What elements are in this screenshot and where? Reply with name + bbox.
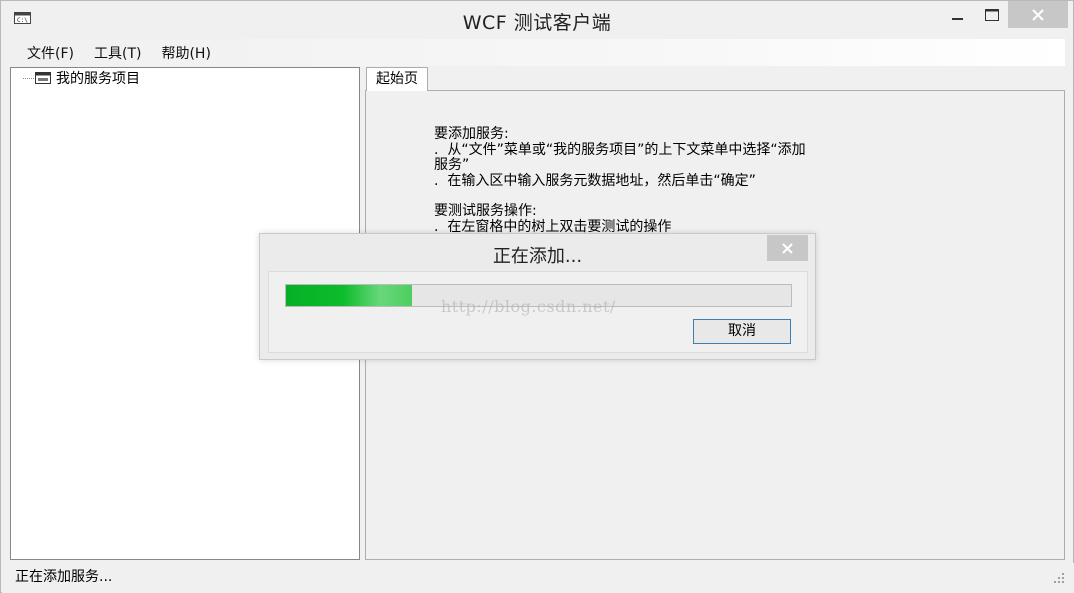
tree-item-my-services[interactable]: 我的服务项目 [23,69,140,87]
instruction-line: 服务” [434,157,470,173]
minimize-icon [952,17,963,20]
watermark-text: http://blog.csdn.net/ [441,297,616,316]
title-bar[interactable]: C:\ WCF 测试客户端 [1,1,1073,37]
close-icon [782,242,793,254]
instruction-line: . 从“文件”菜单或“我的服务项目”的上下文菜单中选择“添加 [434,141,806,158]
menu-bar: 文件(F) 工具(T) 帮助(H) [10,39,1065,66]
instruction-line: . 在输入区中输入服务元数据地址，然后单击“确定” [434,172,756,189]
cancel-button[interactable]: 取消 [693,319,791,344]
minimize-button[interactable] [941,1,975,28]
close-icon [1032,8,1044,21]
menu-tools[interactable]: 工具(T) [84,43,151,63]
maximize-icon [985,8,999,21]
tab-start-page[interactable]: 起始页 [366,67,428,91]
maximize-button[interactable] [975,1,1009,28]
service-folder-icon [35,72,51,84]
tree-item-label: 我的服务项目 [56,71,140,87]
dialog-title: 正在添加... [492,246,583,267]
start-page-instructions: 要添加服务: . 从“文件”菜单或“我的服务项目”的上下文菜单中选择“添加 服务… [434,126,894,235]
instruction-spacer [434,189,894,204]
close-button[interactable] [1008,1,1068,28]
dialog-close-button[interactable] [767,235,808,261]
tree-connector [23,77,34,79]
menu-file[interactable]: 文件(F) [10,43,84,63]
status-bar: 正在添加服务... [2,563,1074,593]
instruction-heading-test: 要测试服务操作: [434,203,537,219]
instruction-heading-add: 要添加服务: [434,126,509,142]
main-window: C:\ WCF 测试客户端 文件(F) 工具(T) 帮助(H) 我的服务项目 起… [0,0,1074,593]
status-text: 正在添加服务... [15,569,113,585]
progress-fill [286,285,413,306]
menu-help[interactable]: 帮助(H) [151,43,220,63]
window-title: WCF 测试客户端 [462,12,612,34]
resize-grip-icon[interactable] [1054,573,1064,583]
